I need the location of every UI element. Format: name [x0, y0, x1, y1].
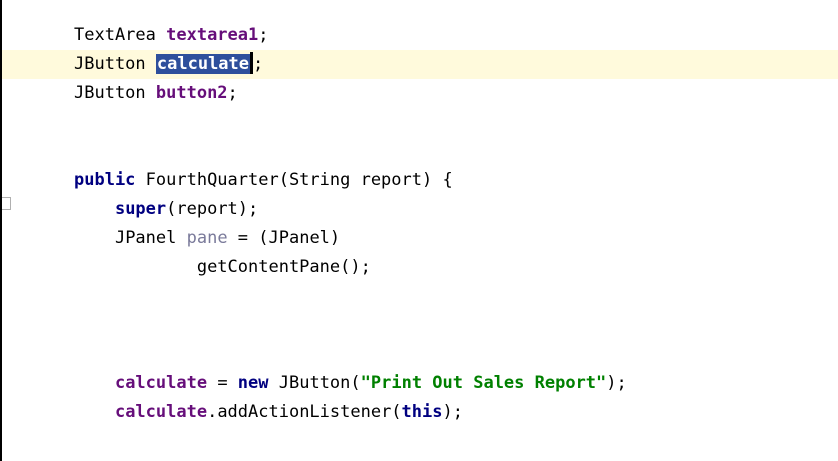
code-token: ; [253, 54, 264, 74]
code-line[interactable]: calculate.addActionListener(this); [2, 398, 838, 427]
code-token: = [207, 373, 238, 393]
code-token: super [114, 199, 167, 219]
code-line-text: getContentPane(); [74, 253, 371, 282]
code-line[interactable]: JButton button2; [2, 79, 838, 108]
code-token: textarea1 [166, 25, 259, 45]
code-editor[interactable]: TextArea textarea1; JButton calculate; JBu… [0, 0, 838, 461]
code-line[interactable] [2, 311, 838, 340]
code-token: new [237, 373, 269, 393]
code-line-text: calculate = new JButton("Print Out Sales… [74, 369, 627, 398]
code-token: getContentPane(); [196, 257, 371, 277]
code-token: public [74, 170, 136, 190]
code-line[interactable]: public FourthQuarter(String report) { [2, 166, 838, 195]
code-line-text: JButton calculate; [74, 50, 263, 79]
code-line[interactable] [2, 137, 838, 166]
code-line[interactable]: JPanel pane = (JPanel) [2, 224, 838, 253]
code-token: TextArea [74, 25, 167, 45]
code-token: ); [606, 373, 627, 393]
code-token: .addActionListener( [207, 402, 402, 422]
code-line-text: calculate.addActionListener(this); [74, 398, 463, 427]
code-token: JButton( [268, 373, 361, 393]
code-line-text: JButton button2; [74, 79, 238, 108]
code-token: pane [186, 228, 228, 248]
code-token: JButton [74, 83, 156, 103]
current-code-line[interactable]: JButton calculate; [2, 50, 838, 79]
code-line[interactable]: calculate = new JButton("Print Out Sales… [2, 369, 838, 398]
code-line[interactable] [2, 282, 838, 311]
code-token: button2 [155, 83, 228, 103]
code-line[interactable]: super(report); [2, 195, 838, 224]
code-line[interactable] [2, 340, 838, 369]
code-line-text: JPanel pane = (JPanel) [74, 224, 340, 253]
code-line[interactable]: getContentPane(); [2, 253, 838, 282]
code-line-text: public FourthQuarter(String report) { [74, 166, 453, 195]
code-token: calculate [114, 373, 208, 393]
code-token: (report); [166, 199, 259, 219]
code-token: JPanel [114, 228, 187, 248]
selected-token: calculate [155, 54, 251, 74]
code-token: calculate [114, 402, 208, 422]
code-line-text: super(report); [74, 195, 258, 224]
code-token: ; [227, 83, 238, 103]
code-token: ; [258, 25, 269, 45]
code-token: "Print Out Sales Report" [360, 373, 607, 393]
code-token: this [401, 402, 443, 422]
code-token: ); [442, 402, 463, 422]
code-line-text: TextArea textarea1; [74, 21, 269, 50]
code-line[interactable]: TextArea textarea1; [2, 21, 838, 50]
code-token: JButton [74, 54, 156, 74]
code-line[interactable] [2, 108, 838, 137]
code-token: = (JPanel) [227, 228, 341, 248]
code-token: FourthQuarter(String report) { [135, 170, 453, 190]
